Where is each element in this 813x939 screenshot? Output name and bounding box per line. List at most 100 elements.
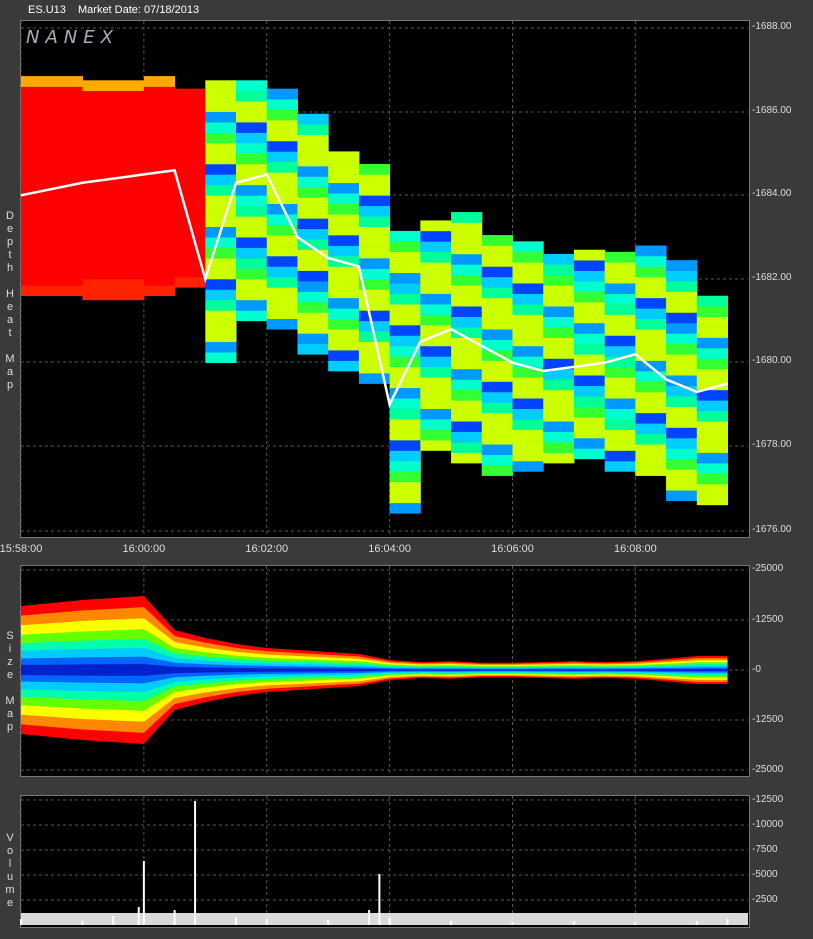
y-tick-label: -7500: [752, 844, 778, 855]
heatmap-cell: [297, 228, 329, 240]
heatmap-cell: [205, 143, 237, 154]
heatmap-cell: [512, 241, 544, 253]
heatmap-cell: [666, 270, 698, 282]
heatmap-cell: [143, 232, 176, 244]
heatmap-cell: [297, 186, 329, 198]
heatmap-cell: [451, 421, 483, 432]
heatmap-cell: [635, 402, 667, 414]
heatmap-cell: [666, 417, 698, 428]
panel-label-letter: p: [6, 721, 14, 733]
heatmap-cell: [604, 398, 636, 409]
heatmap-cell: [82, 80, 145, 92]
heatmap-cell: [82, 101, 145, 112]
panel-label-letter: a: [6, 314, 14, 326]
volume-bar: [137, 907, 140, 925]
heatmap-cell: [635, 308, 667, 320]
heatmap-cell: [389, 460, 421, 472]
heatmap-cell: [573, 302, 606, 313]
heatmap-cell: [666, 448, 698, 460]
x-tick-label: 16:04:00: [368, 543, 412, 555]
heatmap-cell: [21, 170, 83, 181]
heatmap-cell: [666, 437, 698, 449]
heatmap-cell: [236, 258, 268, 269]
heatmap-cell: [266, 308, 298, 320]
panel-label-letter: e: [6, 897, 14, 909]
heatmap-cell: [573, 333, 606, 345]
heatmap-cell: [266, 109, 298, 121]
heatmap-cell: [543, 442, 575, 453]
y-tick-label: -12500: [752, 614, 784, 625]
panel-label-letter: h: [6, 262, 14, 274]
heatmap-cell: [328, 297, 360, 309]
heatmap-cell: [481, 266, 513, 278]
heatmap-cell: [604, 335, 636, 347]
heatmap-cell: [328, 172, 360, 184]
heatmap-cell: [297, 134, 329, 146]
heatmap-cell: [266, 151, 298, 163]
volume-baseline-bars: [21, 913, 748, 925]
heatmap-cell: [21, 285, 83, 297]
heatmap-cell: [389, 440, 421, 451]
heatmap-cell: [82, 143, 145, 154]
heatmap-cell: [297, 145, 329, 156]
heatmap-cell: [358, 299, 391, 311]
heatmap-cell: [451, 400, 483, 412]
heatmap-cell: [328, 318, 360, 330]
heatmap-cell: [205, 352, 237, 363]
volume-bar: [112, 916, 115, 925]
heatmap-cell: [297, 281, 329, 292]
volume-bar: [450, 921, 453, 925]
heatmap-cell: [573, 322, 606, 334]
heatmap-cell: [358, 352, 391, 363]
heatmap-cell: [573, 312, 606, 324]
panel-label-letter: u: [6, 871, 14, 883]
y-tick-label: -1676.00: [752, 524, 792, 535]
heatmap-cell: [266, 130, 298, 142]
heatmap-cell: [82, 163, 145, 175]
heatmap-cell: [696, 327, 729, 338]
heatmap-cell: [143, 128, 176, 140]
heatmap-cell: [481, 245, 513, 257]
heatmap-cell: [82, 258, 145, 269]
heatmap-cell: [451, 222, 483, 234]
heatmap-cell: [266, 140, 298, 152]
heatmap-cell: [512, 335, 544, 347]
heatmap-cell: [266, 318, 298, 330]
heatmap-cell: [205, 247, 237, 259]
heatmap-cell: [236, 205, 268, 217]
heatmap-cell: [21, 107, 83, 119]
volume-bar: [378, 874, 381, 925]
heatmap-cell: [666, 302, 698, 313]
heatmap-cell: [481, 371, 513, 382]
heatmap-cell: [604, 325, 636, 336]
heatmap-cell: [236, 310, 268, 322]
heatmap-cell: [82, 289, 145, 301]
heatmap-cell: [420, 262, 452, 274]
heatmap-cell: [389, 283, 421, 294]
heatmap-cell: [635, 433, 667, 445]
heatmap-cell: [573, 448, 606, 460]
heatmap-cell: [635, 339, 667, 351]
heatmap-cell: [512, 356, 544, 368]
heatmap-cell: [481, 433, 513, 445]
heatmap-cell: [82, 122, 145, 133]
heatmap-cell: [21, 243, 83, 255]
heatmap-cell: [236, 132, 268, 144]
heatmap-cell: [143, 264, 176, 276]
heatmap-cell: [328, 203, 360, 215]
heatmap-cell: [205, 310, 237, 322]
heatmap-cell: [358, 247, 391, 259]
heatmap-cell: [420, 440, 452, 451]
heatmap-cell: [328, 276, 360, 288]
heatmap-cell: [266, 255, 298, 267]
heatmap-cell: [236, 122, 268, 133]
heatmap-cell: [696, 368, 729, 380]
heatmap-cell: [420, 241, 452, 253]
heatmap-cell: [174, 99, 206, 110]
heatmap-cell: [328, 339, 360, 351]
heatmap-cell: [573, 249, 606, 261]
heatmap-cell: [205, 279, 237, 290]
heatmap-cell: [266, 276, 298, 288]
volume-bar: [511, 922, 514, 925]
heatmap-cell: [389, 471, 421, 483]
